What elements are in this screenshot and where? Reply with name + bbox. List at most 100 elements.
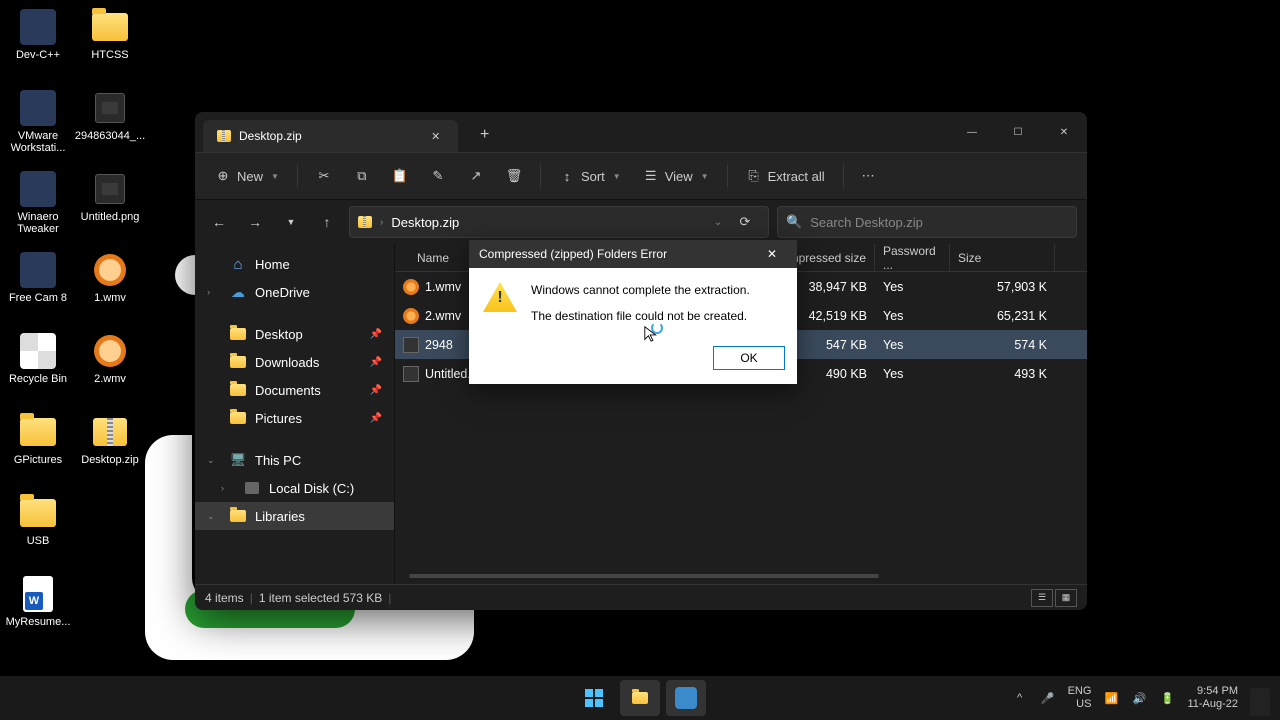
pin-icon: 📌 [370,357,382,368]
desktop-icon-myresume-[interactable]: MyResume... [3,572,73,647]
sidebar-item-label: Local Disk (C:) [269,481,354,496]
desktop-icon-winaero-tweaker[interactable]: Winaero Tweaker [3,167,73,242]
file-name: 2.wmv [425,309,461,323]
new-button[interactable]: ⊕ New ▼ [207,162,287,190]
breadcrumb-item[interactable]: Desktop.zip [391,215,459,230]
close-tab-icon[interactable]: ✕ [428,128,444,144]
microphone-icon[interactable]: 🎤 [1040,690,1056,706]
thumbnails-view-button[interactable]: ▦ [1055,589,1077,607]
desktop-icon-label: 294863044_... [75,130,145,142]
back-button[interactable]: ← [205,208,233,236]
pc-icon: 🖥 [229,452,247,468]
search-placeholder: Search Desktop.zip [810,215,923,230]
chevron-down-icon[interactable]: ⌄ [714,217,722,228]
close-window-button[interactable]: ✕ [1041,116,1087,148]
sidebar-item-label: Pictures [255,411,302,426]
volume-icon[interactable]: 🔊 [1131,690,1147,706]
language-indicator[interactable]: ENG US [1068,685,1092,711]
desktop-icon-usb[interactable]: USB [3,491,73,566]
file-size: 574 K [950,338,1055,352]
desktop-icon-htcss[interactable]: HTCSS [75,5,145,80]
refresh-button[interactable]: ⟳ [730,207,760,237]
sidebar-item-home[interactable]: ⌂ Home [195,250,394,278]
ok-button[interactable]: OK [713,346,785,370]
sidebar-item-pictures[interactable]: Pictures 📌 [195,404,394,432]
recent-dropdown[interactable]: ▼ [277,208,305,236]
desktop-icon-2-wmv[interactable]: 2.wmv [75,329,145,404]
copy-button[interactable]: ⧉ [346,162,378,190]
up-button[interactable]: ↑ [313,208,341,236]
file-size: 57,903 K [950,280,1055,294]
sort-label: Sort [581,169,605,184]
folder-icon [230,384,246,396]
desktop-icon-recycle-bin[interactable]: Recycle Bin [3,329,73,404]
battery-icon[interactable]: 🔋 [1159,690,1175,706]
file-size: 493 K [950,367,1055,381]
share-button[interactable]: ↗ [460,162,492,190]
view-button[interactable]: ☰ View ▼ [635,162,717,190]
notifications-icon[interactable] [1250,688,1270,716]
sidebar-item-downloads[interactable]: Downloads 📌 [195,348,394,376]
header-password[interactable]: Password ... [875,244,950,271]
dialog-close-button[interactable]: ✕ [757,240,787,268]
sidebar-item-onedrive[interactable]: ›☁ OneDrive [195,278,394,306]
address-bar[interactable]: › Desktop.zip ⌄ ⟳ [349,206,769,238]
details-view-button[interactable]: ☰ [1031,589,1053,607]
pin-icon: 📌 [370,329,382,340]
wmv-icon [403,308,419,324]
search-input[interactable]: 🔍 Search Desktop.zip [777,206,1077,238]
header-size[interactable]: Size [950,244,1055,271]
desktop-icon-free-cam-8[interactable]: Free Cam 8 [3,248,73,323]
desktop-icon-dev-c-[interactable]: Dev-C++ [3,5,73,80]
desktop-icon-1-wmv[interactable]: 1.wmv [75,248,145,323]
new-tab-button[interactable]: + [470,120,500,150]
desktop-icon-vmware-workstati-[interactable]: VMware Workstati... [3,86,73,161]
cut-button[interactable]: ✂ [308,162,340,190]
sidebar-item-libraries[interactable]: ⌄ Libraries [195,502,394,530]
horizontal-scrollbar[interactable] [409,574,879,578]
taskbar-app[interactable] [666,680,706,716]
sidebar-item-label: OneDrive [255,285,310,300]
rename-button[interactable]: ✎ [422,162,454,190]
start-button[interactable] [574,680,614,716]
more-icon: ⋯ [862,168,875,184]
tab-title: Desktop.zip [239,129,302,143]
zip-icon [358,216,372,228]
desktop-icon-untitled-png[interactable]: Untitled.png [75,167,145,242]
folder-icon [230,356,246,368]
sidebar-item-label: Home [255,257,290,272]
taskbar-explorer[interactable] [620,680,660,716]
folder-icon [230,328,246,340]
clock[interactable]: 9:54 PM 11-Aug-22 [1187,685,1238,711]
error-dialog: Compressed (zipped) Folders Error ✕ Wind… [469,240,797,384]
cut-icon: ✂ [316,168,332,184]
dialog-titlebar[interactable]: Compressed (zipped) Folders Error ✕ [469,240,797,268]
desktop-icon-gpictures[interactable]: GPictures [3,410,73,485]
forward-button[interactable]: → [241,208,269,236]
folder-icon [632,692,648,704]
desktop-icon-desktop-zip[interactable]: Desktop.zip [75,410,145,485]
sidebar-item-desktop[interactable]: Desktop 📌 [195,320,394,348]
more-button[interactable]: ⋯ [854,162,883,190]
status-item-count: 4 items [205,591,244,605]
desktop-icon-294863044-[interactable]: 294863044_... [75,86,145,161]
wifi-icon[interactable]: 📶 [1103,690,1119,706]
sidebar-item-this-pc[interactable]: ⌄🖥 This PC [195,446,394,474]
sidebar-item-local-disk[interactable]: › Local Disk (C:) [195,474,394,502]
paste-button[interactable]: 📋 [384,162,416,190]
pin-icon: 📌 [370,385,382,396]
minimize-button[interactable]: — [949,116,995,148]
sidebar-item-documents[interactable]: Documents 📌 [195,376,394,404]
cloud-icon: ☁ [229,284,247,300]
maximize-button[interactable]: ☐ [995,116,1041,148]
tab-desktop-zip[interactable]: Desktop.zip ✕ [203,120,458,152]
tray-overflow-icon[interactable]: ^ [1012,690,1028,706]
delete-button[interactable]: 🗑 [498,162,530,190]
extract-all-button[interactable]: ⎘ Extract all [738,162,833,190]
png-icon [403,366,419,382]
disk-icon [245,482,259,494]
desktop-icon-label: Recycle Bin [9,373,67,385]
sort-button[interactable]: ↕ Sort ▼ [551,162,629,190]
paste-icon: 📋 [392,168,408,184]
password-flag: Yes [875,309,950,323]
